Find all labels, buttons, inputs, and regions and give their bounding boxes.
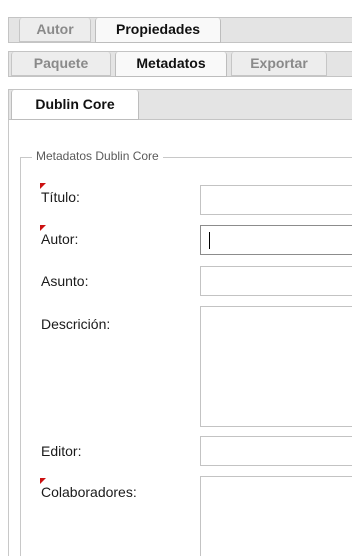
asunto-input[interactable] [200,266,352,296]
autor-label: Autor: [41,231,79,247]
colaboradores-label: Colaboradores: [41,484,137,500]
tab-dublin-core[interactable]: Dublin Core [11,90,139,120]
asunto-label: Asunto: [41,273,89,289]
descripcion-textarea[interactable] [200,306,352,427]
tab-metadatos[interactable]: Metadatos [115,52,227,77]
fieldset-legend: Metadatos Dublin Core [32,149,163,163]
tab-paquete[interactable]: Paquete [11,52,111,76]
top-tab-bar: Autor Propiedades [8,17,352,43]
descripcion-label: Descrición: [41,316,111,332]
text-cursor [209,232,210,249]
tab-propiedades[interactable]: Propiedades [95,18,221,43]
metadata-tab-bar: Dublin Core [8,89,352,120]
tab-autor[interactable]: Autor [19,18,91,42]
titulo-input[interactable] [200,185,352,215]
editor-label: Editor: [41,443,82,459]
properties-tab-bar: Paquete Metadatos Exportar [8,51,352,77]
tab-exportar[interactable]: Exportar [231,52,327,76]
editor-input[interactable] [200,436,352,466]
colaboradores-textarea[interactable] [200,476,352,556]
titulo-label: Título: [41,189,80,205]
autor-input[interactable] [200,225,352,255]
